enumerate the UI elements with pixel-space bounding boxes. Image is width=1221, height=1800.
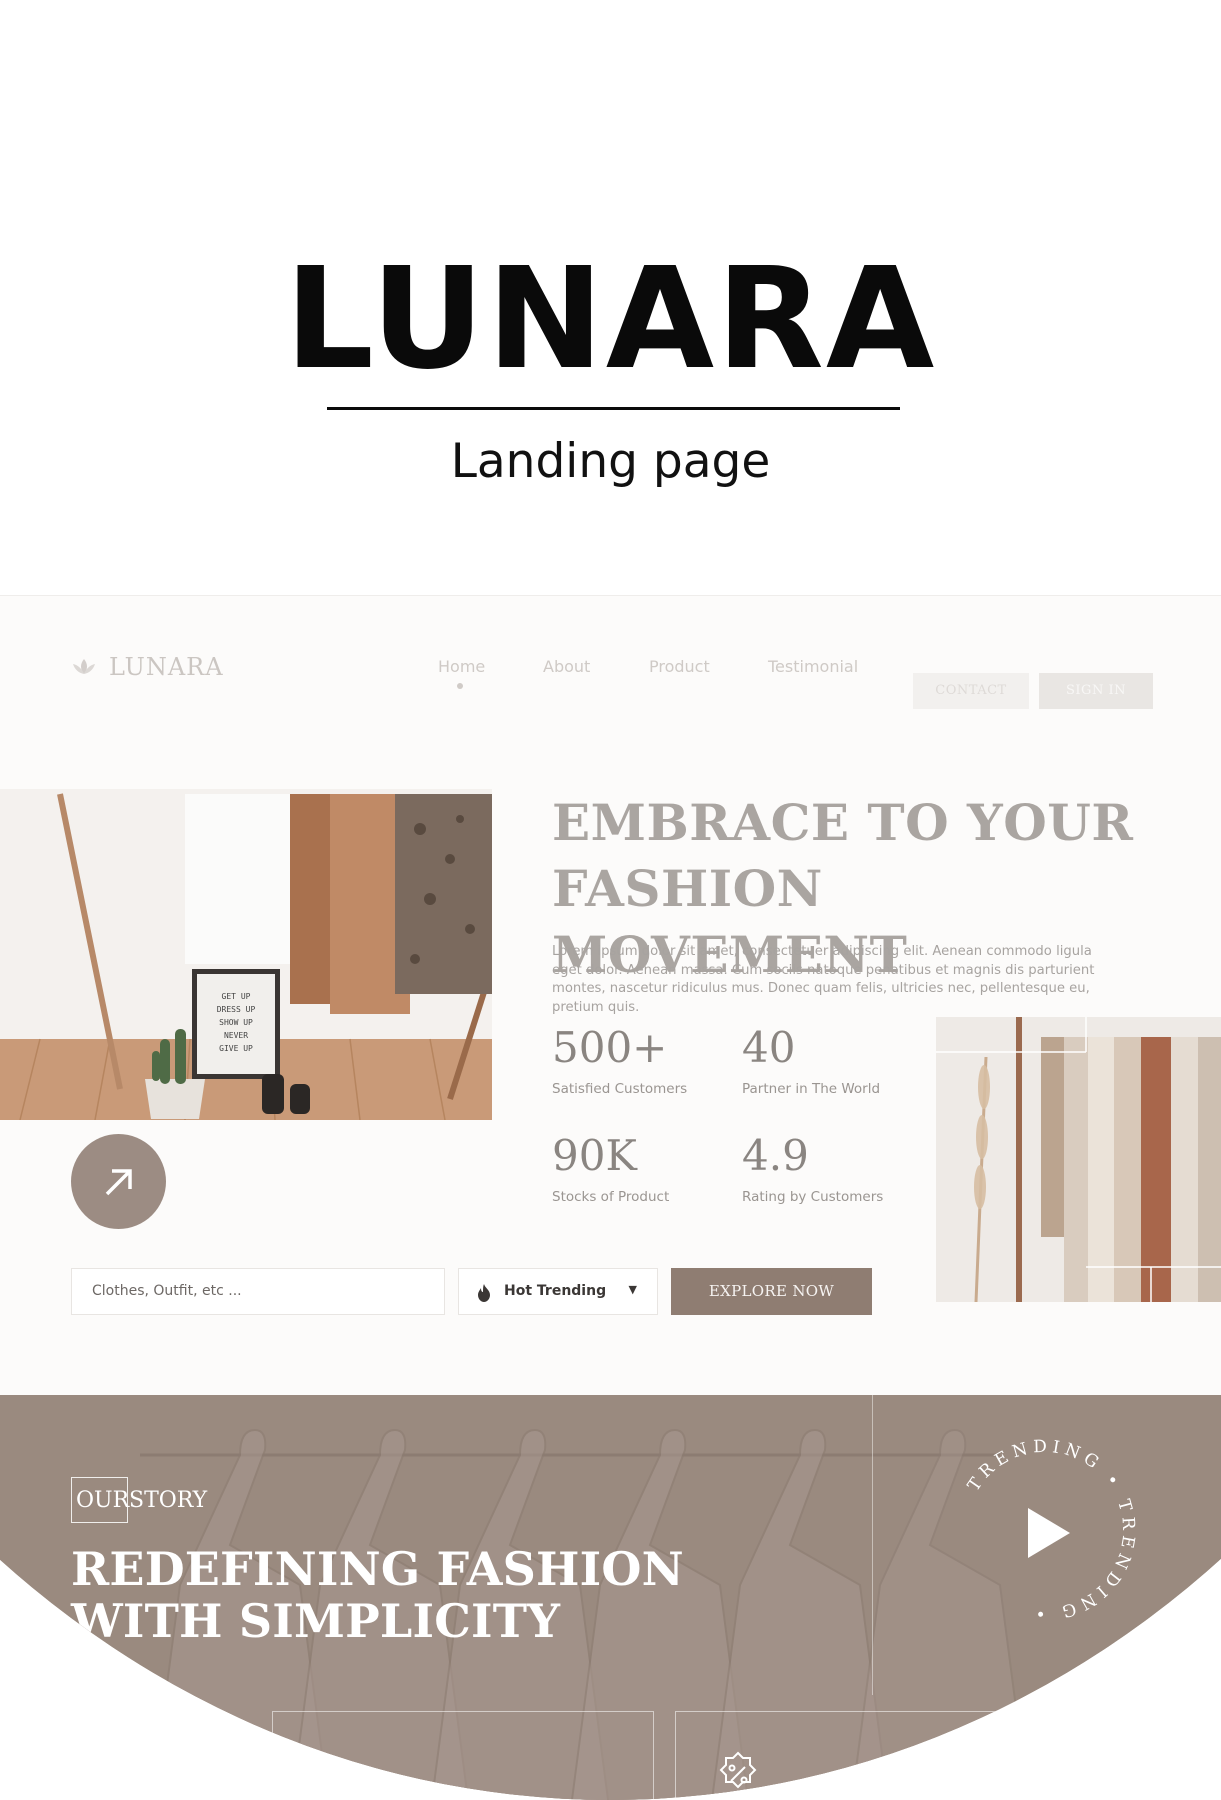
svg-text:NEVER: NEVER: [224, 1031, 248, 1040]
trending-play-badge[interactable]: TRENDING • TRENDING •: [945, 1430, 1145, 1630]
stat-label: Partner in The World: [742, 1081, 881, 1097]
fire-icon: [478, 1284, 490, 1302]
svg-text:GET UP: GET UP: [222, 992, 251, 1001]
nav-link-home[interactable]: Home: [438, 647, 485, 687]
discount-badge-icon: [719, 1751, 757, 1789]
svg-text:SHOW UP: SHOW UP: [219, 1018, 253, 1027]
story-tag-word: STORY: [129, 1487, 208, 1513]
category-select-value: Hot Trending: [504, 1283, 607, 1299]
hero-image-sweaters: [936, 1017, 1221, 1302]
story-title: REDEFINING FASHION WITH SIMPLICITY: [71, 1543, 771, 1647]
our-story-section: OUR STORY REDEFINING FASHION WITH SIMPLI…: [0, 1395, 1221, 1800]
caret-down-icon: ▼: [628, 1283, 637, 1296]
hero-image-clothing-rack: GET UP DRESS UP SHOW UP NEVER GIVE UP: [0, 789, 492, 1120]
contact-button[interactable]: CONTACT: [913, 673, 1029, 709]
arrow-up-right-icon: [105, 1168, 132, 1195]
lotus-icon: [73, 659, 95, 674]
svg-text:GIVE UP: GIVE UP: [219, 1044, 253, 1053]
our-story-tag: OUR STORY: [71, 1477, 207, 1523]
mockup-circle-frame: LUNARA Home About Product Testimonial CO…: [0, 0, 1221, 1800]
landing-page-preview: LUNARA Home About Product Testimonial CO…: [0, 595, 1221, 1800]
explore-now-button[interactable]: EXPLORE NOW: [671, 1268, 872, 1315]
svg-text:DRESS UP: DRESS UP: [217, 1005, 256, 1014]
story-tag-boxed-word: OUR: [71, 1477, 129, 1523]
section-divider-line: [872, 1395, 873, 1695]
nav-logo[interactable]: LUNARA: [71, 653, 224, 681]
stat-label: Rating by Customers: [742, 1189, 884, 1205]
nav-link-testimonial[interactable]: Testimonial: [768, 647, 858, 687]
stat-value: 500+: [552, 1023, 668, 1072]
story-card: [272, 1711, 654, 1800]
page-top-divider: [0, 595, 1221, 596]
stat-value: 90K: [552, 1131, 637, 1180]
play-icon: [1028, 1508, 1070, 1558]
search-input[interactable]: Clothes, Outfit, etc ...: [71, 1268, 445, 1315]
logo-text: LUNARA: [109, 653, 224, 681]
arrow-circle-button[interactable]: [71, 1134, 166, 1229]
stat-label: Satisfied Customers: [552, 1081, 688, 1097]
nav-link-product[interactable]: Product: [649, 647, 710, 687]
story-title-line-2: WITH SIMPLICITY: [71, 1594, 561, 1648]
category-select[interactable]: Hot Trending ▼: [458, 1268, 658, 1315]
story-card: [675, 1711, 1175, 1800]
sign-in-button[interactable]: SIGN IN: [1039, 673, 1153, 709]
stat-label: Stocks of Product: [552, 1189, 670, 1205]
stat-value: 4.9: [742, 1131, 809, 1180]
hero-description: Lorem ipsum dolor sit amet, consectetuer…: [552, 944, 1095, 1015]
hero-title-line-1: EMBRACE TO YOUR: [552, 793, 1134, 852]
active-indicator-dot: [457, 683, 463, 689]
story-title-line-1: REDEFINING FASHION: [71, 1542, 684, 1596]
stat-value: 40: [742, 1023, 796, 1072]
nav-link-about[interactable]: About: [543, 647, 590, 687]
